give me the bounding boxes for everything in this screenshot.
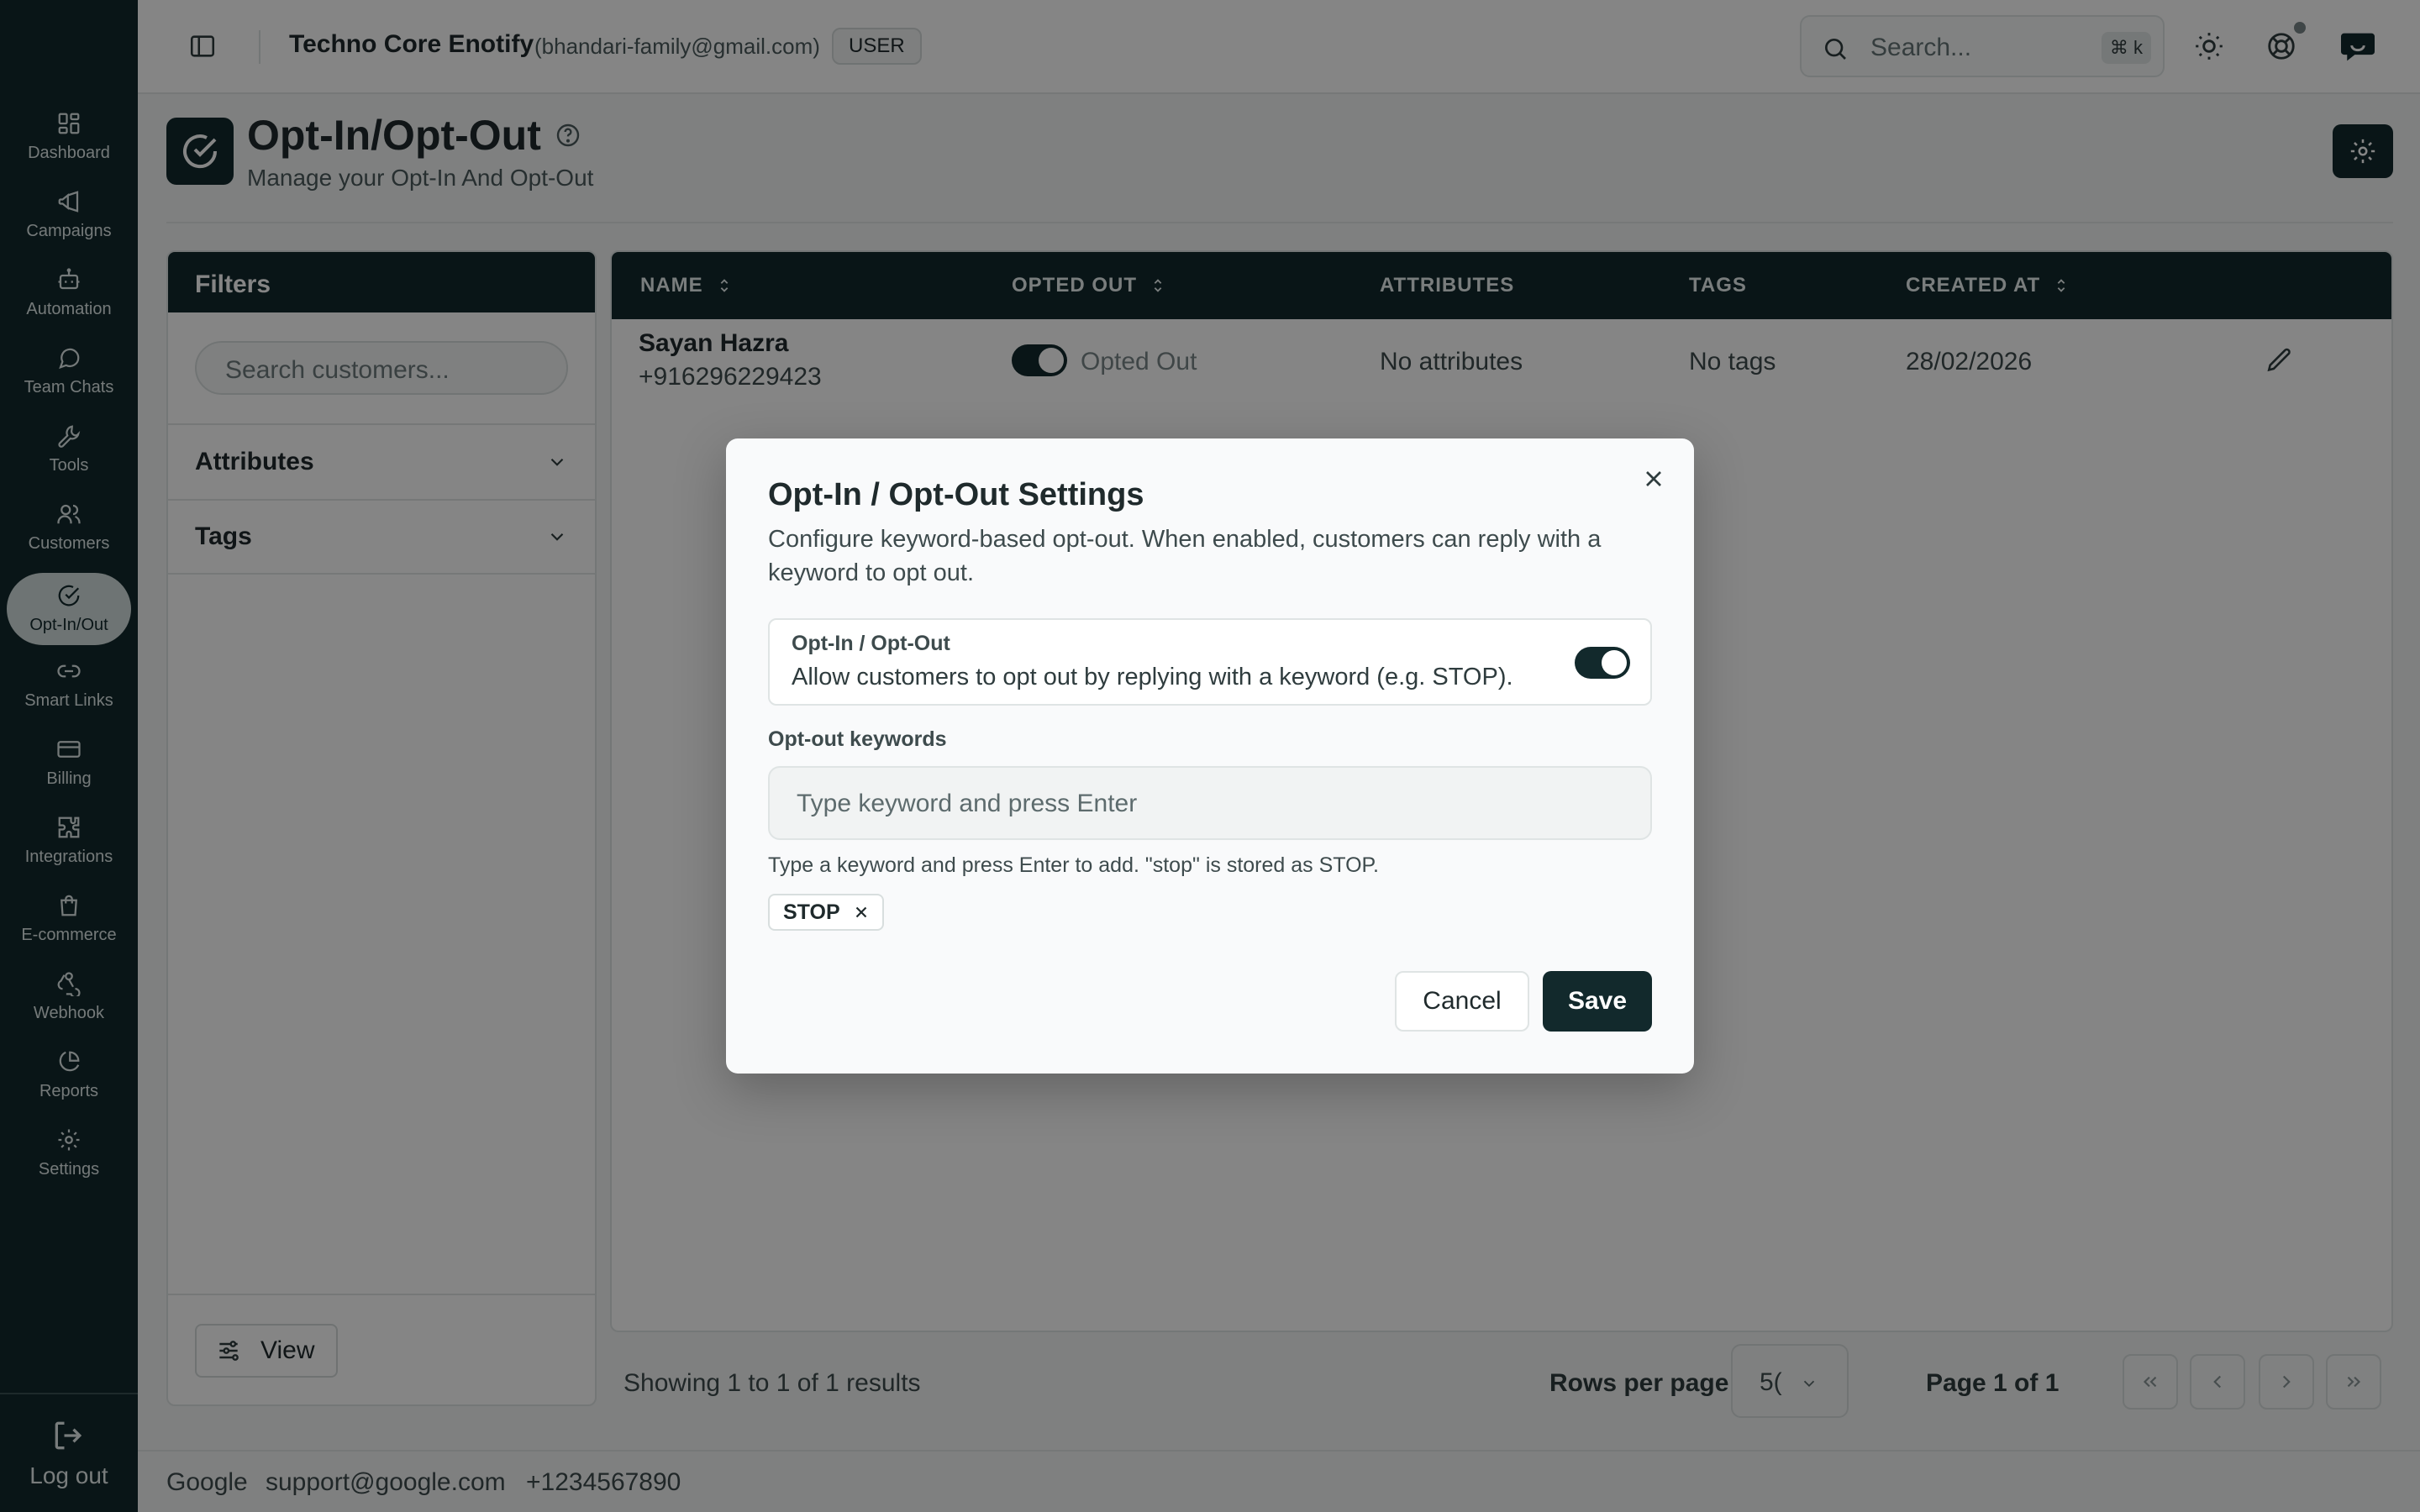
keywords-help: Type a keyword and press Enter to add. "… [768,853,1379,877]
opt-in-out-toggle[interactable] [1575,647,1630,679]
opt-in-out-setting: Opt-In / Opt-Out Allow customers to opt … [768,618,1652,706]
toggle-knob [1602,650,1627,675]
save-button[interactable]: Save [1543,971,1652,1032]
close-icon[interactable] [852,903,871,921]
keyword-input[interactable]: Type keyword and press Enter [768,766,1652,840]
opt-settings-dialog: Opt-In / Opt-Out Settings Configure keyw… [726,438,1694,1074]
cancel-button[interactable]: Cancel [1395,971,1529,1032]
keyword-chip: STOP [768,894,884,931]
keyword-chip-label: STOP [783,900,840,924]
keywords-label: Opt-out keywords [768,727,947,751]
close-icon[interactable] [1640,465,1667,492]
dialog-title: Opt-In / Opt-Out Settings [768,477,1144,512]
setting-help: Allow customers to opt out by replying w… [792,664,1513,690]
dialog-description: Configure keyword-based opt-out. When en… [768,526,1602,586]
setting-label: Opt-In / Opt-Out [792,632,950,655]
